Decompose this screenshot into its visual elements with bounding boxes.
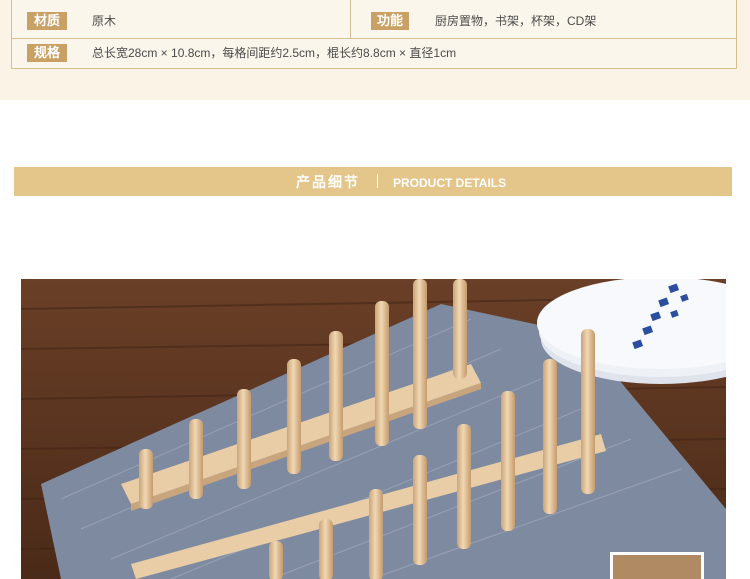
function-tag: 功能 bbox=[371, 12, 409, 30]
function-value: 厨房置物，书架，杯架，CD架 bbox=[435, 14, 597, 28]
spec-row: 规格 总长宽28cm × 10.8cm，每格间距约2.5cm，棍长约8.8cm … bbox=[12, 38, 736, 68]
section-title-divider bbox=[377, 174, 378, 188]
section-title-en: PRODUCT DETAILS bbox=[393, 176, 507, 190]
material-tag: 材质 bbox=[27, 12, 67, 30]
section-header-bar: 产品细节 PRODUCT DETAILS bbox=[14, 167, 732, 196]
product-photo-illustration bbox=[21, 279, 726, 579]
column-divider bbox=[350, 0, 351, 38]
section-title-cn: 产品细节 bbox=[296, 174, 360, 190]
material-value: 原木 bbox=[92, 14, 117, 28]
size-tag: 规格 bbox=[27, 44, 67, 62]
spec-row: 材质 原木 功能 厨房置物，书架，杯架，CD架 bbox=[12, 0, 736, 39]
size-value: 总长宽28cm × 10.8cm，每格间距约2.5cm，棍长约8.8cm × 直… bbox=[92, 46, 457, 60]
thumbnail-image[interactable] bbox=[610, 552, 704, 579]
spec-table: 材质 原木 功能 厨房置物，书架，杯架，CD架 规格 总长宽28cm × 10.… bbox=[11, 0, 737, 69]
product-photo bbox=[21, 279, 726, 579]
